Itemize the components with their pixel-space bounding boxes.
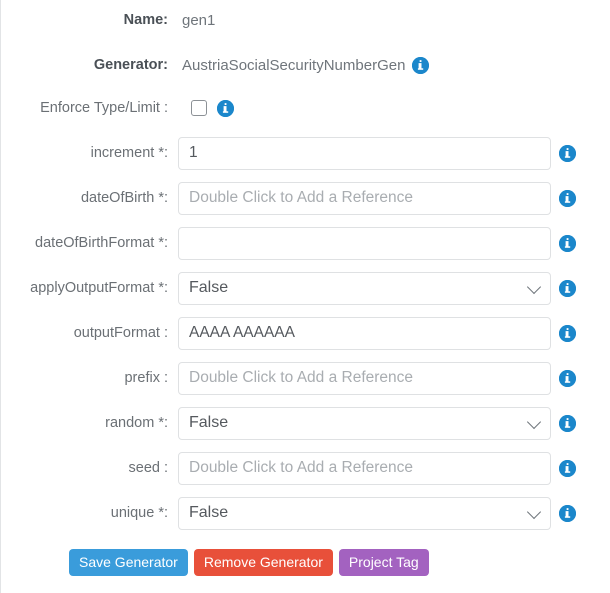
remove-generator-button[interactable]: Remove Generator — [193, 549, 333, 577]
header-row-generator: Generator: AustriaSocialSecurityNumberGen — [1, 48, 610, 82]
field-row-dateOfBirthFormat: dateOfBirthFormat *: — [1, 226, 610, 260]
info-icon[interactable] — [559, 279, 576, 297]
field-row-random: random *: False — [1, 406, 610, 440]
control-wrapper-seed — [178, 451, 576, 485]
info-icon[interactable] — [559, 144, 576, 162]
info-icon[interactable] — [412, 56, 430, 74]
field-row-seed: seed : — [1, 451, 610, 485]
select-value-random: False — [189, 414, 229, 431]
field-row-dateOfBirth: dateOfBirth *: — [1, 181, 610, 215]
label-unique: unique *: — [110, 504, 168, 521]
field-row-unique: unique *: False — [1, 496, 610, 530]
field-row-prefix: prefix : — [1, 361, 610, 395]
info-icon[interactable] — [559, 324, 576, 342]
field-label: Generator: — [93, 56, 168, 73]
control-wrapper-outputFormat — [178, 316, 576, 350]
select-random[interactable]: False — [178, 406, 551, 440]
control-wrapper-random: False — [178, 406, 576, 440]
label-dateOfBirthFormat: dateOfBirthFormat *: — [35, 234, 168, 251]
generator-config-panel: Name: gen1 Generator: AustriaSocialSecurity… — [0, 0, 610, 593]
field-row-outputFormat: outputFormat : — [1, 316, 610, 350]
chevron-down-icon[interactable] — [526, 414, 542, 430]
field-value: AustriaSocialSecurityNumberGen — [182, 56, 406, 74]
info-icon[interactable] — [559, 414, 576, 432]
header-value-holder: AustriaSocialSecurityNumberGen — [168, 56, 430, 74]
info-icon[interactable] — [559, 189, 576, 207]
chevron-down-icon[interactable] — [526, 504, 542, 520]
info-icon[interactable] — [559, 234, 576, 252]
field-row-increment: increment *: — [1, 136, 610, 170]
label-random: random *: — [105, 414, 168, 431]
input-outputFormat[interactable] — [178, 316, 551, 350]
select-value-unique: False — [189, 504, 229, 521]
info-icon[interactable] — [217, 99, 234, 117]
action-button-bar: Save Generator Remove Generator Project Ta… — [69, 549, 429, 577]
label-prefix: prefix : — [124, 369, 168, 386]
save-generator-button[interactable]: Save Generator — [69, 549, 188, 577]
label-increment: increment *: — [90, 144, 168, 161]
control-wrapper-applyOutputFormat: False — [178, 271, 576, 305]
control-wrapper-dateOfBirthFormat — [178, 226, 576, 260]
enforce-type-limit-label: Enforce Type/Limit : — [40, 99, 168, 116]
input-prefix[interactable] — [178, 361, 551, 395]
field-label: Name: — [123, 11, 168, 28]
label-seed: seed : — [128, 459, 169, 476]
label-outputFormat: outputFormat : — [73, 324, 168, 341]
info-icon[interactable] — [559, 504, 576, 522]
select-unique[interactable]: False — [178, 496, 551, 530]
enforce-type-limit-row: Enforce Type/Limit : — [1, 91, 610, 125]
input-dateOfBirthFormat[interactable] — [178, 226, 551, 260]
field-row-applyOutputFormat: applyOutputFormat *: False — [1, 271, 610, 305]
control-wrapper-dateOfBirth — [178, 181, 576, 215]
label-applyOutputFormat: applyOutputFormat *: — [30, 279, 168, 296]
control-wrapper-unique: False — [178, 496, 576, 530]
header-row-name: Name: gen1 — [1, 3, 610, 37]
label-dateOfBirth: dateOfBirth *: — [80, 189, 168, 206]
input-seed[interactable] — [178, 451, 551, 485]
header-value-holder: gen1 — [168, 13, 215, 28]
project-tag-button[interactable]: Project Tag — [338, 549, 429, 577]
info-icon[interactable] — [559, 369, 576, 387]
control-wrapper-prefix — [178, 361, 576, 395]
field-value: gen1 — [182, 11, 216, 29]
input-increment[interactable] — [178, 136, 551, 170]
chevron-down-icon[interactable] — [526, 279, 542, 295]
input-dateOfBirth[interactable] — [178, 181, 551, 215]
info-icon[interactable] — [559, 459, 576, 477]
enforce-type-limit-checkbox[interactable] — [191, 100, 207, 116]
control-wrapper-increment — [178, 136, 576, 170]
select-applyOutputFormat[interactable]: False — [178, 271, 551, 305]
select-value-applyOutputFormat: False — [189, 279, 229, 296]
